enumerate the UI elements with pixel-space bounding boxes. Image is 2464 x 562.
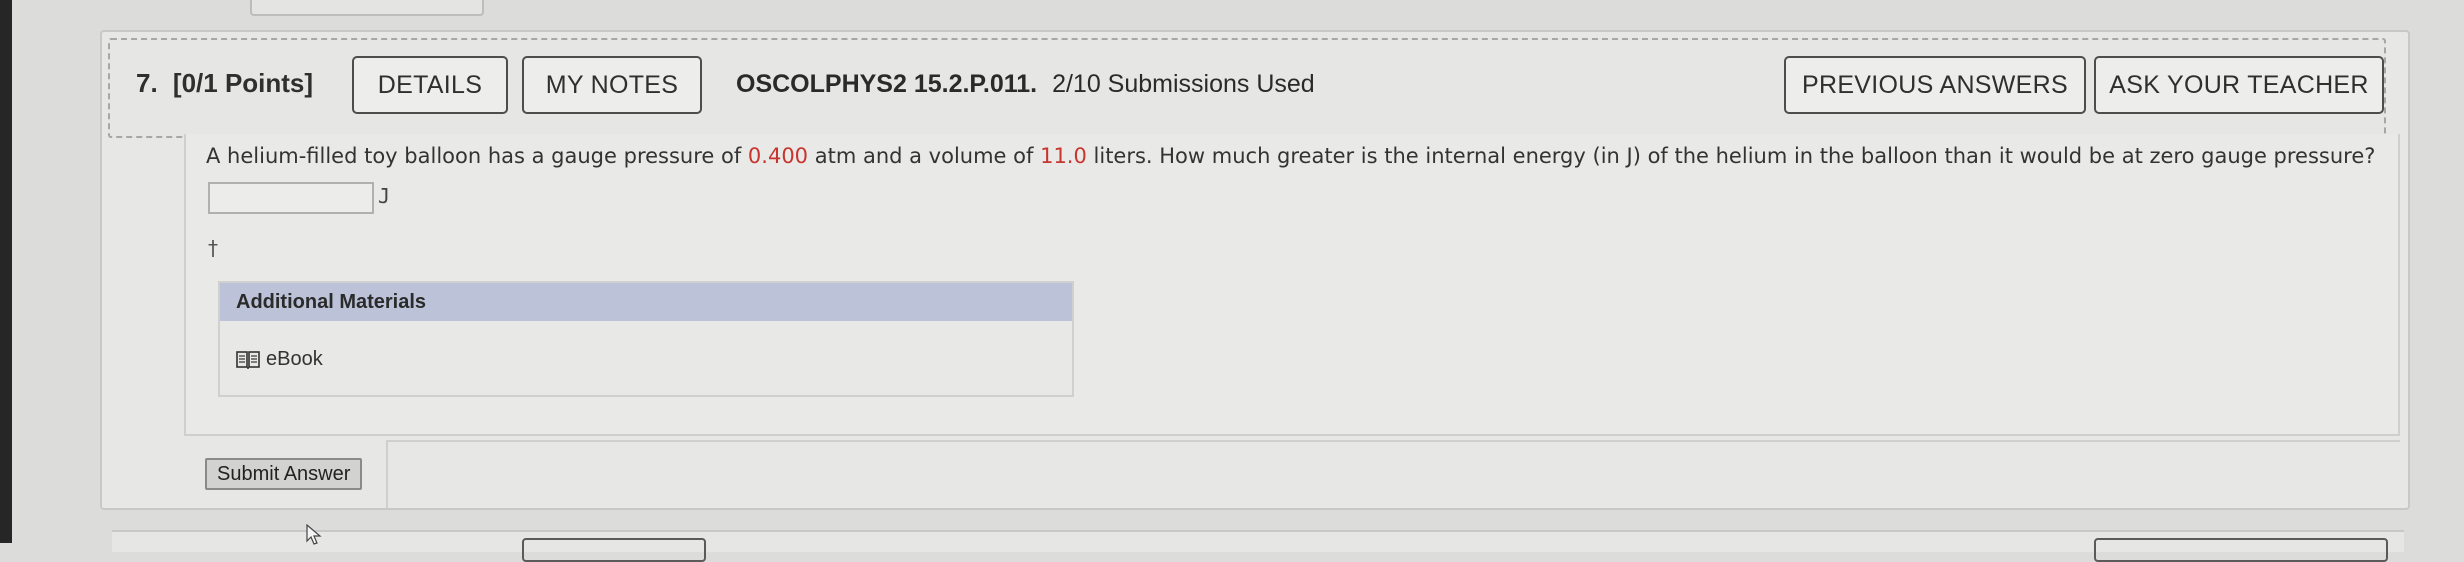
previous-answers-button[interactable]: PREVIOUS ANSWERS xyxy=(1784,56,2086,114)
mouse-cursor-icon xyxy=(306,523,324,550)
question-text-part2: atm and a volume of xyxy=(808,144,1041,168)
ask-your-teacher-button[interactable]: ASK YOUR TEACHER xyxy=(2094,56,2384,114)
answer-input[interactable] xyxy=(208,182,374,214)
question-text-part3: liters. How much greater is the internal… xyxy=(1086,144,2376,168)
next-question-button-edge xyxy=(522,538,706,562)
ebook-label: eBook xyxy=(266,348,323,370)
question-number-label: 7. xyxy=(136,68,158,98)
question-text: A helium-filled toy balloon has a gauge … xyxy=(206,144,2375,168)
pressure-value: 0.400 xyxy=(747,144,809,168)
volume-value: 11.0 xyxy=(1040,144,1087,168)
my-notes-button[interactable]: MY NOTES xyxy=(522,56,702,114)
ebook-link[interactable]: eBook xyxy=(236,348,323,371)
screen-bezel xyxy=(0,0,12,543)
question-code: OSCOLPHYS2 15.2.P.011. xyxy=(736,70,1038,98)
question-number: 7. [0/1 Points] xyxy=(136,68,313,99)
additional-materials-title: Additional Materials xyxy=(236,291,427,313)
submissions-count: 2/10 Submissions Used xyxy=(1052,70,1315,98)
book-icon xyxy=(236,350,260,370)
previous-question-edge xyxy=(250,0,484,16)
points-label: [0/1 Points] xyxy=(172,68,314,98)
submit-area xyxy=(386,440,2400,508)
answer-unit: J xyxy=(378,184,391,208)
next-question-button-edge-right xyxy=(2094,538,2388,562)
dagger-mark: † xyxy=(208,236,218,260)
question-text-part1: A helium-filled toy balloon has a gauge … xyxy=(206,144,748,168)
next-question-panel xyxy=(112,530,2404,552)
details-button[interactable]: DETAILS xyxy=(352,56,508,114)
submit-answer-button[interactable]: Submit Answer xyxy=(205,458,363,490)
question-code-line: OSCOLPHYS2 15.2.P.011. 2/10 Submissions … xyxy=(736,70,1315,99)
